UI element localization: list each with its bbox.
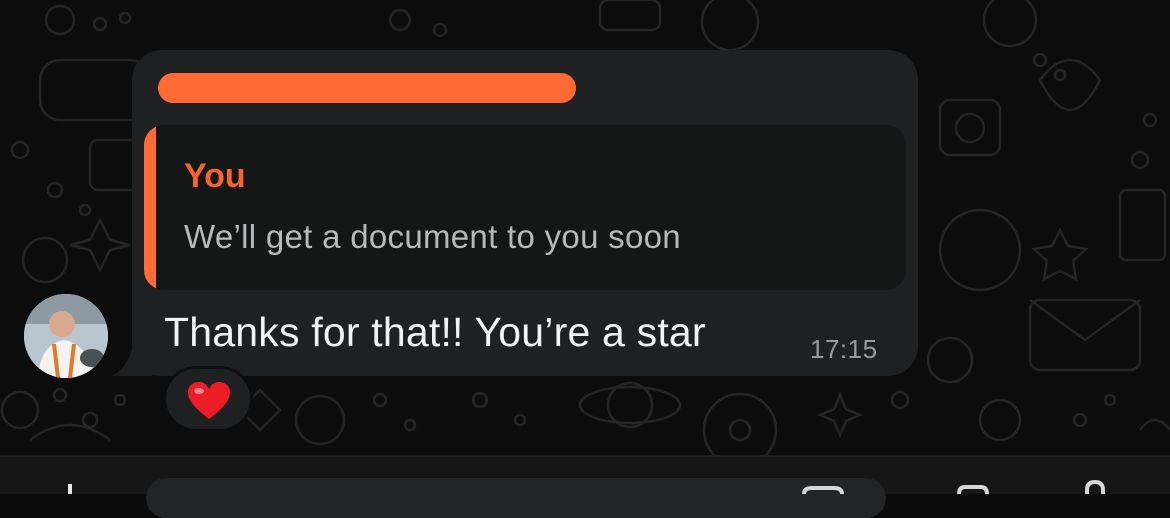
reply-accent-bar: [144, 125, 156, 290]
input-bar-divider: [0, 455, 1170, 457]
message-input[interactable]: [146, 478, 886, 518]
reply-text: We’ll get a document to you soon: [184, 218, 681, 255]
avatar[interactable]: [24, 294, 108, 378]
profile-photo-icon: [24, 294, 108, 378]
sender-name-redacted: [158, 73, 576, 103]
reaction-badge[interactable]: [163, 366, 253, 432]
message-timestamp: 17:15: [810, 334, 878, 364]
message-text: Thanks for that!! You’re a star: [164, 309, 706, 355]
camera-icon[interactable]: [955, 484, 991, 494]
reply-quote[interactable]: You We’ll get a document to you soon: [144, 125, 906, 290]
plus-icon[interactable]: [58, 482, 82, 494]
reply-author: You: [184, 157, 246, 195]
sticker-icon[interactable]: [800, 486, 846, 494]
mic-icon[interactable]: [1080, 480, 1110, 494]
heart-emoji-icon: [188, 382, 230, 419]
